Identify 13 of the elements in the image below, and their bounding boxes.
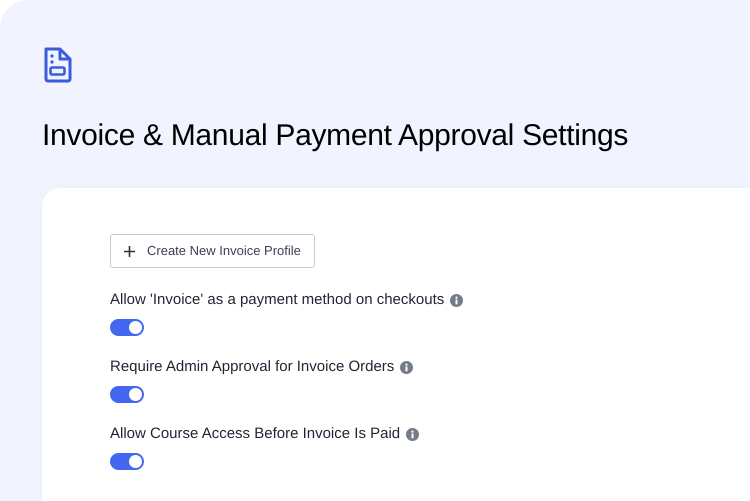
setting-label: Require Admin Approval for Invoice Orders xyxy=(110,358,394,376)
create-profile-button[interactable]: Create New Invoice Profile xyxy=(110,234,315,268)
info-icon[interactable] xyxy=(406,428,420,440)
toggle-switch[interactable] xyxy=(110,386,144,403)
document-icon xyxy=(43,46,73,84)
info-icon[interactable] xyxy=(400,360,414,374)
toggle-switch[interactable] xyxy=(110,453,144,470)
page-title: Invoice & Manual Payment Approval Settings xyxy=(42,118,630,154)
toggle-switch[interactable] xyxy=(110,319,144,336)
info-icon[interactable] xyxy=(450,294,464,306)
plus-icon xyxy=(124,246,135,256)
setting-label: Allow 'Invoice' as a payment method on checkouts xyxy=(110,291,444,309)
setting-label: Allow Course Access Before Invoice Is Paid xyxy=(110,425,400,443)
